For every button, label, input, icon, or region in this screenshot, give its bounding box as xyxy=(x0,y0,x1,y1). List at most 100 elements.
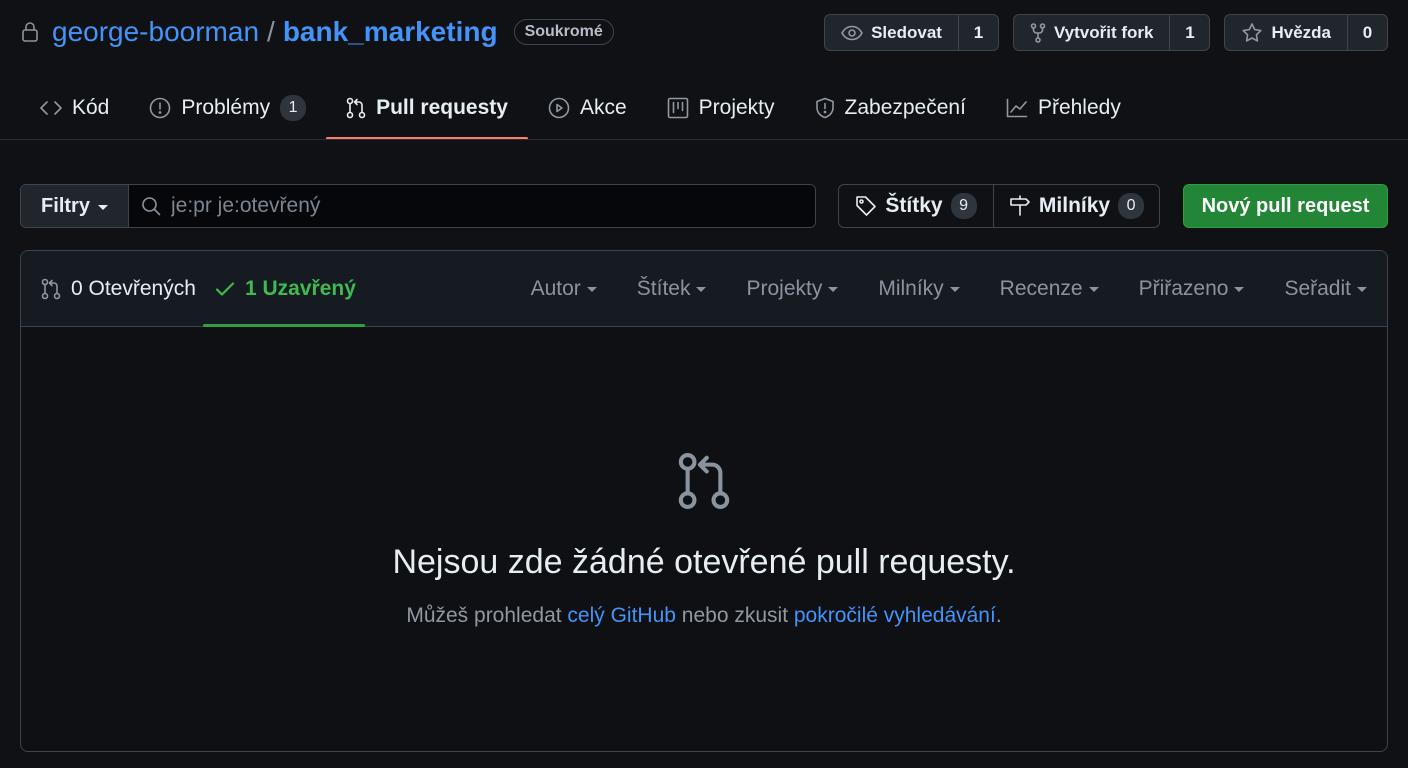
repo-actions: Sledovat 1 Vytvořit fork 1 Hvězda 0 xyxy=(824,14,1388,51)
repo-header: george-boorman / bank_marketing Soukromé… xyxy=(20,14,1388,51)
visibility-badge: Soukromé xyxy=(513,19,614,45)
tab-insights[interactable]: Přehledy xyxy=(986,76,1141,140)
star-label: Hvězda xyxy=(1271,22,1331,42)
blankslate-text-middle: nebo zkusit xyxy=(675,604,794,627)
new-pull-request-button[interactable]: Nový pull request xyxy=(1183,184,1388,228)
milestones-count: 0 xyxy=(1118,193,1145,219)
sort-menu[interactable]: Seřadit xyxy=(1284,277,1367,301)
projects-menu-label: Projekty xyxy=(746,276,823,300)
watch-count[interactable]: 1 xyxy=(957,15,998,50)
fork-label: Vytvořit fork xyxy=(1053,22,1154,42)
blankslate-text: Můžeš prohledat celý GitHub nebo zkusit … xyxy=(21,604,1387,628)
search-all-github-link[interactable]: celý GitHub xyxy=(567,604,676,627)
blankslate-text-before: Můžeš prohledat xyxy=(406,604,568,627)
star-icon xyxy=(1241,22,1263,44)
chevron-down-icon xyxy=(828,287,839,292)
star-button-group: Hvězda 0 xyxy=(1224,14,1388,51)
label-menu[interactable]: Štítek xyxy=(637,277,707,301)
star-count[interactable]: 0 xyxy=(1347,15,1387,50)
chevron-down-icon xyxy=(1234,287,1245,292)
reviews-menu[interactable]: Recenze xyxy=(1000,277,1099,301)
tag-icon xyxy=(855,195,877,217)
list-header: 0 Otevřených 1 Uzavřený Autor Štítek Pro… xyxy=(21,251,1387,327)
advanced-search-link[interactable]: pokročilé vyhledávání xyxy=(794,604,996,627)
repo-separator: / xyxy=(267,16,275,47)
tab-pull-requests-label: Pull requesty xyxy=(376,96,508,119)
tab-security-label: Zabezpečení xyxy=(844,96,966,119)
tab-actions-label: Akce xyxy=(579,96,627,119)
tab-projects-label: Projekty xyxy=(698,96,775,119)
tab-code[interactable]: Kód xyxy=(20,76,129,140)
milestones-menu[interactable]: Milníky xyxy=(878,276,960,301)
tab-actions[interactable]: Akce xyxy=(528,76,647,140)
reviews-menu-label: Recenze xyxy=(999,276,1083,300)
sort-menus: Autor Štítek Projekty Milníky Recenze Př… xyxy=(531,251,1367,326)
chevron-down-icon xyxy=(1357,287,1367,292)
filter-bar: Filtry Štítky 9 Milníky 0 Nový pull requ… xyxy=(20,184,1388,228)
author-menu-label: Autor xyxy=(530,276,581,300)
filter-group: Filtry xyxy=(20,184,816,228)
repo-title: george-boorman / bank_marketing Soukromé xyxy=(20,16,614,48)
fork-count[interactable]: 1 xyxy=(1169,15,1209,50)
pull-request-icon xyxy=(346,97,366,119)
play-icon xyxy=(548,97,570,119)
labels-label: Štítky xyxy=(885,194,943,217)
chevron-down-icon xyxy=(696,287,707,292)
tab-security[interactable]: Zabezpečení xyxy=(795,76,986,140)
blankslate-text-after: . xyxy=(995,604,1002,627)
tab-projects[interactable]: Projekty xyxy=(647,76,795,140)
open-state-tab[interactable]: 0 Otevřených xyxy=(41,251,196,326)
assignee-menu-label: Přiřazeno xyxy=(1138,276,1229,300)
issue-icon xyxy=(149,97,171,119)
blankslate-title: Nejsou zde žádné otevřené pull requesty. xyxy=(392,543,1016,581)
pull-request-icon xyxy=(21,451,1387,511)
watch-button-group: Sledovat 1 xyxy=(824,14,999,51)
fork-button-group: Vytvořit fork 1 xyxy=(1012,14,1211,51)
check-icon xyxy=(215,281,235,297)
tab-insights-label: Přehledy xyxy=(1037,96,1121,119)
project-icon xyxy=(667,97,689,119)
search-icon xyxy=(141,196,161,216)
repo-owner-link[interactable]: george-boorman xyxy=(52,16,259,48)
label-menu-label: Štítek xyxy=(636,276,691,300)
chevron-down-icon xyxy=(586,287,597,292)
sort-menu-label: Seřadit xyxy=(1284,276,1351,300)
watch-label: Sledovat xyxy=(871,22,942,42)
blankslate: Nejsou zde žádné otevřené pull requesty.… xyxy=(21,451,1387,628)
projects-menu[interactable]: Projekty xyxy=(746,276,839,301)
chevron-down-icon xyxy=(1088,287,1099,292)
watch-button[interactable]: Sledovat xyxy=(825,15,958,50)
filters-dropdown-button[interactable]: Filtry xyxy=(21,185,129,227)
issues-counter: 1 xyxy=(280,95,307,121)
tab-issues[interactable]: Problémy 1 xyxy=(129,76,326,140)
milestones-button[interactable]: Milníky 0 xyxy=(994,185,1159,227)
lock-icon xyxy=(20,20,40,44)
shield-icon xyxy=(815,97,835,119)
graph-icon xyxy=(1006,98,1028,118)
tab-pull-requests[interactable]: Pull requesty xyxy=(326,76,528,140)
open-state-label: 0 Otevřených xyxy=(71,276,196,300)
milestones-label: Milníky xyxy=(1038,194,1111,217)
milestones-menu-label: Milníky xyxy=(878,276,944,300)
closed-state-tab[interactable]: 1 Uzavřený xyxy=(203,251,365,327)
pull-request-icon xyxy=(41,278,61,300)
search-field xyxy=(129,185,815,227)
repo-nav-tabs: Kód Problémy 1 Pull requesty Akce Projek… xyxy=(20,76,1141,140)
chevron-down-icon xyxy=(949,287,960,292)
tab-issues-label: Problémy xyxy=(181,96,271,119)
labels-count: 9 xyxy=(950,193,977,219)
tab-code-label: Kód xyxy=(72,96,110,119)
star-button[interactable]: Hvězda xyxy=(1225,15,1347,50)
assignee-menu[interactable]: Přiřazeno xyxy=(1139,277,1245,301)
labels-button[interactable]: Štítky 9 xyxy=(839,185,994,227)
fork-icon xyxy=(1030,22,1046,43)
fork-button[interactable]: Vytvořit fork xyxy=(1014,15,1170,50)
filters-label: Filtry xyxy=(41,194,90,217)
author-menu[interactable]: Autor xyxy=(531,277,597,301)
closed-state-label: 1 Uzavřený xyxy=(245,276,356,300)
search-input[interactable] xyxy=(171,194,771,218)
tabs-divider xyxy=(0,139,1408,140)
milestone-icon xyxy=(1009,195,1031,217)
eye-icon xyxy=(841,25,863,41)
repo-name-link[interactable]: bank_marketing xyxy=(283,16,498,48)
